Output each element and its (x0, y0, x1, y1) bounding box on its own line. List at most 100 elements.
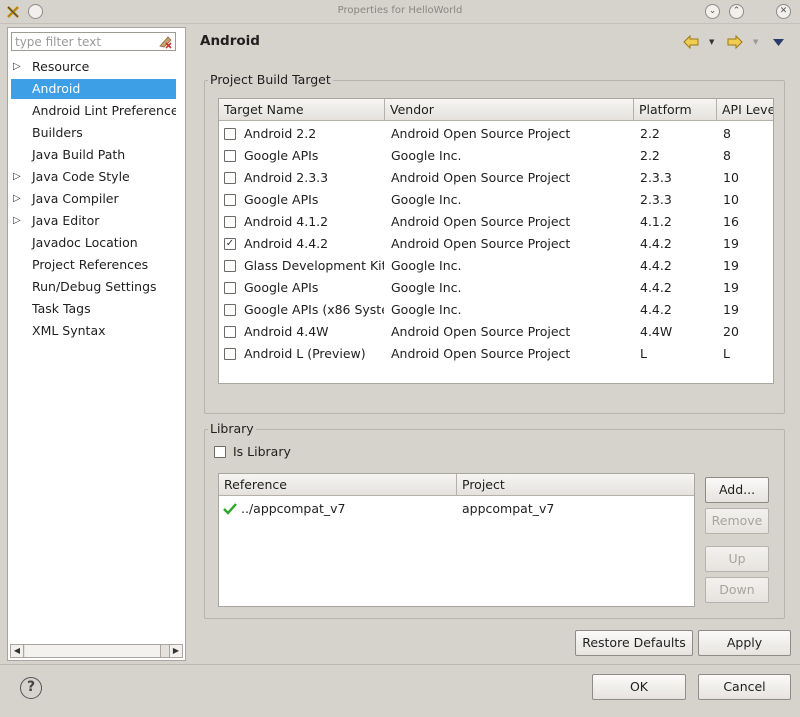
minimize-button[interactable]: ⌄ (705, 4, 720, 19)
cancel-button[interactable]: Cancel (698, 674, 791, 700)
horizontal-scrollbar[interactable]: ◀ ▶ (10, 644, 183, 658)
title-bar[interactable]: Properties for HelloWorld ⌄ ⌃ ✕ (0, 0, 800, 24)
tree-item[interactable]: XML Syntax (11, 321, 176, 341)
maximize-button[interactable]: ⌃ (729, 4, 744, 19)
is-library-checkbox-box[interactable] (214, 446, 226, 458)
target-checkbox[interactable] (224, 216, 236, 228)
cell-platform: 4.4.2 (640, 280, 672, 295)
tree-item[interactable]: ▷ Java Compiler (11, 189, 176, 209)
cell-name: Android 4.4.2 (244, 236, 329, 251)
build-target-table[interactable]: Target Name Vendor Platform API Level An… (218, 98, 774, 384)
tree-item[interactable]: Builders (11, 123, 176, 143)
filter-field[interactable] (11, 32, 176, 51)
tree-item[interactable]: ▷ Java Editor (11, 211, 176, 231)
up-button[interactable]: Up (705, 546, 769, 572)
forward-arrow-icon[interactable] (727, 35, 743, 49)
cell-name: Glass Development Kit (244, 258, 384, 273)
down-button[interactable]: Down (705, 577, 769, 603)
cell-platform: 4.4.2 (640, 258, 672, 273)
column-reference[interactable]: Reference (219, 474, 457, 496)
remove-button[interactable]: Remove (705, 508, 769, 534)
expand-arrow-icon[interactable]: ▷ (13, 189, 25, 209)
expand-arrow-icon[interactable]: ▷ (13, 57, 25, 77)
add-button[interactable]: Add... (705, 477, 769, 503)
column-project[interactable]: Project (457, 474, 694, 496)
scroll-right-icon[interactable]: ▶ (169, 645, 182, 657)
expand-arrow-icon[interactable]: ▷ (13, 167, 25, 187)
cell-api: 8 (723, 126, 731, 141)
table-row[interactable]: Android 4.1.2 Android Open Source Project… (219, 211, 773, 233)
table-row[interactable]: Google APIs Google Inc. 4.4.2 19 (219, 277, 773, 299)
target-checkbox[interactable] (224, 260, 236, 272)
column-target-name[interactable]: Target Name (219, 99, 385, 121)
table-row[interactable]: Google APIs Google Inc. 2.3.3 10 (219, 189, 773, 211)
target-checkbox[interactable] (224, 194, 236, 206)
clear-filter-icon[interactable] (157, 34, 173, 49)
ok-button[interactable]: OK (592, 674, 686, 700)
cell-vendor: Google Inc. (391, 192, 462, 207)
tree-item[interactable]: ▷ Java Code Style (11, 167, 176, 187)
cell-api: 10 (723, 170, 739, 185)
target-checkbox[interactable] (224, 128, 236, 140)
help-icon[interactable]: ? (20, 677, 42, 699)
target-checkbox[interactable] (224, 326, 236, 338)
cell-name: Android 2.3.3 (244, 170, 329, 185)
back-arrow-icon[interactable] (683, 35, 699, 49)
cell-vendor: Google Inc. (391, 302, 462, 317)
tree-item[interactable]: ▷ Resource (11, 57, 176, 77)
table-row[interactable]: Android 2.2 Android Open Source Project 2.… (219, 123, 773, 145)
tree-item[interactable]: Javadoc Location (11, 233, 176, 253)
library-table-header: Reference Project (219, 474, 694, 496)
table-row[interactable]: Google APIs Google Inc. 2.2 8 (219, 145, 773, 167)
cell-platform: 2.2 (640, 126, 660, 141)
apply-button[interactable]: Apply (698, 630, 791, 656)
cell-vendor: Android Open Source Project (391, 236, 571, 251)
close-button[interactable]: ✕ (776, 4, 791, 19)
target-checkbox[interactable] (224, 172, 236, 184)
scroll-left-icon[interactable]: ◀ (11, 645, 24, 657)
cell-vendor: Google Inc. (391, 148, 462, 163)
target-checkbox[interactable] (224, 150, 236, 162)
column-platform[interactable]: Platform (634, 99, 717, 121)
tree-item[interactable]: Android (11, 79, 176, 99)
bottom-divider (0, 664, 800, 665)
expand-arrow-icon[interactable]: ▷ (13, 211, 25, 231)
table-row[interactable]: Google APIs (x86 System Image) Google Inc… (219, 299, 773, 321)
forward-dropdown-icon[interactable]: ▼ (753, 38, 758, 46)
target-checkbox[interactable] (224, 348, 236, 360)
target-checkbox[interactable]: ✓ (224, 238, 236, 250)
library-row[interactable]: ../appcompat_v7 appcompat_v7 (219, 498, 694, 520)
column-api-level[interactable]: API Level (717, 99, 773, 121)
tree-item-label: Android (32, 81, 81, 96)
table-row[interactable]: ✓ Android 4.4.2 Android Open Source Projec… (219, 233, 773, 255)
table-row[interactable]: Android 4.4W Android Open Source Project 4… (219, 321, 773, 343)
cell-platform: 4.4W (640, 324, 673, 339)
back-dropdown-icon[interactable]: ▼ (709, 38, 714, 46)
table-row[interactable]: Android 2.3.3 Android Open Source Project… (219, 167, 773, 189)
table-row[interactable]: Android L (Preview) Android Open Source P… (219, 343, 773, 365)
column-vendor[interactable]: Vendor (385, 99, 634, 121)
cell-name: Android 4.1.2 (244, 214, 329, 229)
checkmark-ok-icon (223, 503, 237, 515)
tree-item-label: Builders (32, 125, 83, 140)
build-target-table-header: Target Name Vendor Platform API Level (219, 99, 773, 121)
library-group-title: Library (208, 421, 256, 436)
cell-name: Android L (Preview) (244, 346, 366, 361)
tree-item[interactable]: Task Tags (11, 299, 176, 319)
view-menu-icon[interactable] (773, 39, 784, 46)
tree-item[interactable]: Java Build Path (11, 145, 176, 165)
tree-item-label: Java Build Path (32, 147, 126, 162)
tree-item[interactable]: Run/Debug Settings (11, 277, 176, 297)
tree-item[interactable]: Android Lint Preferences (11, 101, 176, 121)
target-checkbox[interactable] (224, 304, 236, 316)
filter-input[interactable] (12, 33, 152, 50)
tree-item[interactable]: Project References (11, 255, 176, 275)
library-reference-cell: ../appcompat_v7 (241, 501, 346, 516)
target-checkbox[interactable] (224, 282, 236, 294)
restore-defaults-button[interactable]: Restore Defaults (575, 630, 693, 656)
scrollbar-thumb[interactable] (25, 645, 161, 657)
library-reference-table[interactable]: Reference Project ../appcompat_v7 appcom… (218, 473, 695, 607)
cell-name: Android 2.2 (244, 126, 317, 141)
table-row[interactable]: Glass Development Kit Google Inc. 4.4.2 19 (219, 255, 773, 277)
cell-api: 16 (723, 214, 739, 229)
